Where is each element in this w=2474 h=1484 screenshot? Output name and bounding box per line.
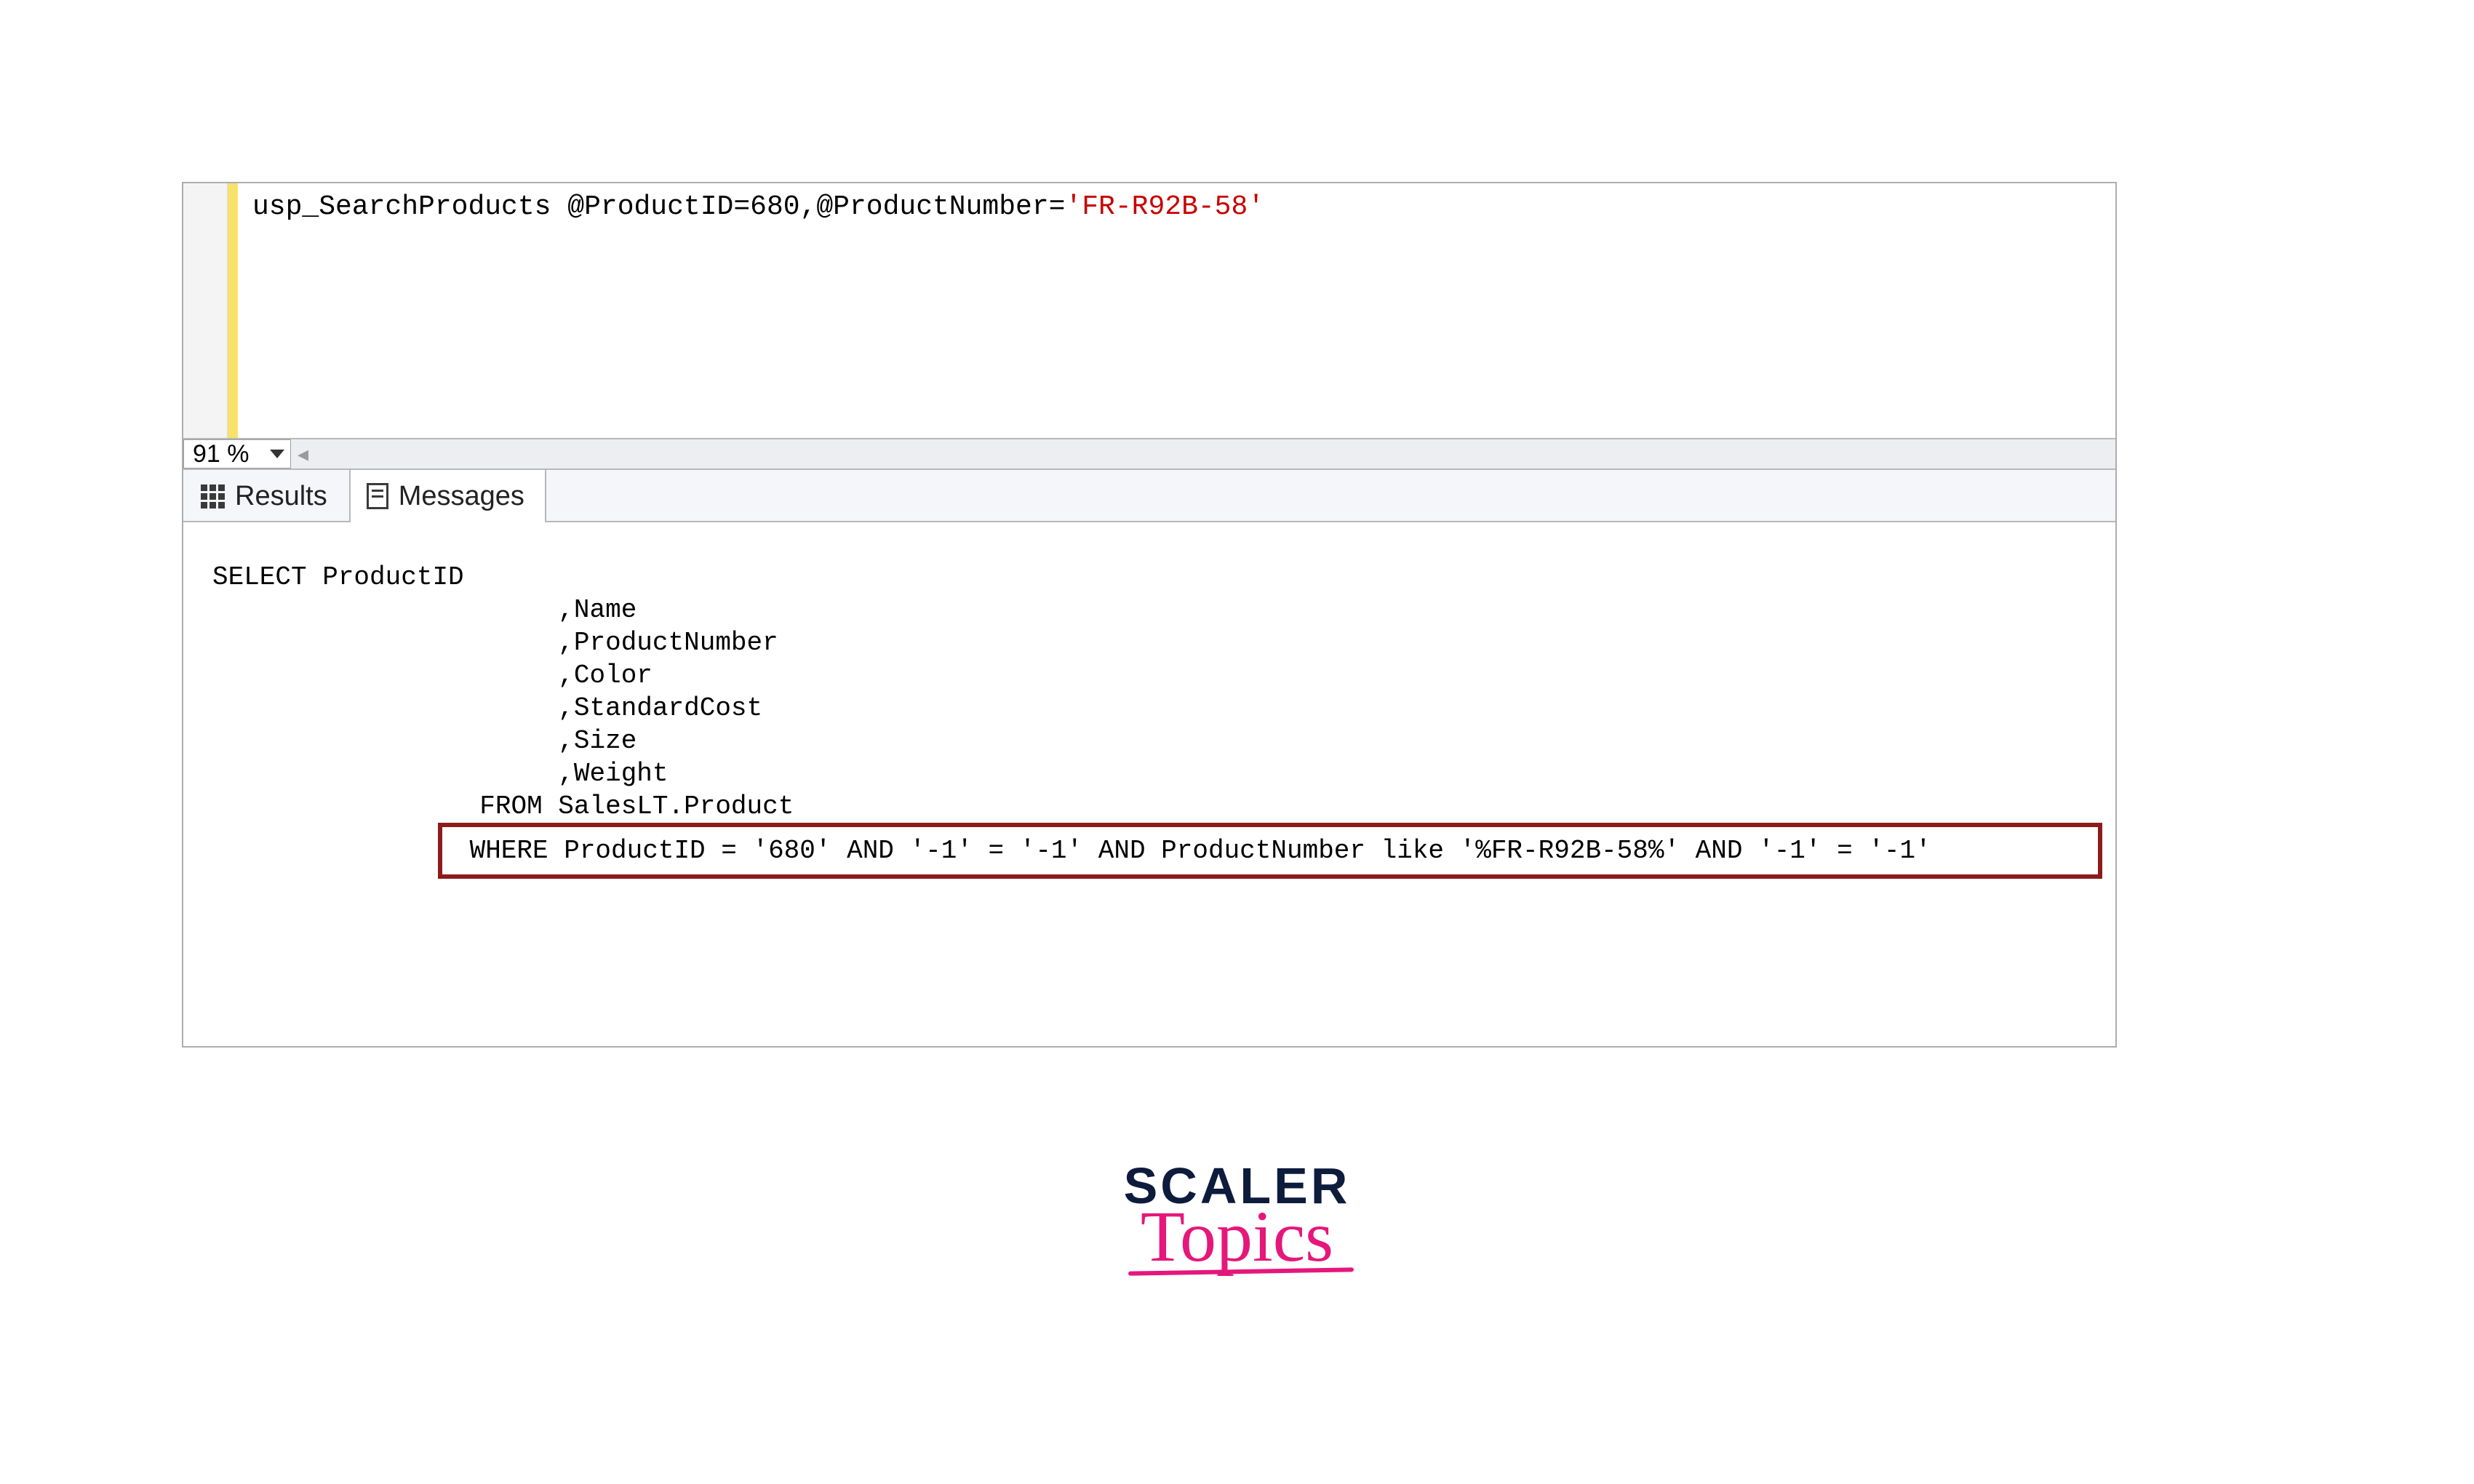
document-icon xyxy=(367,483,388,509)
param1-name: @ProductID xyxy=(567,191,733,223)
proc-name: usp_SearchProducts xyxy=(252,191,551,223)
query-editor[interactable]: usp_SearchProducts @ProductID=680,@Produ… xyxy=(183,183,2115,438)
param2-string: 'FR-R92B-58' xyxy=(1065,191,1264,223)
param1-value: 680 xyxy=(750,191,799,223)
scroll-left-icon[interactable]: ◂ xyxy=(291,439,316,468)
tab-results-label: Results xyxy=(235,481,327,512)
editor-line-gutter xyxy=(183,183,228,438)
messages-line: FROM SalesLT.Product xyxy=(212,791,794,821)
messages-pane[interactable]: SELECT ProductID ,Name ,ProductNumber ,C… xyxy=(183,522,2115,1053)
ssms-window: usp_SearchProducts @ProductID=680,@Produ… xyxy=(182,182,2117,1048)
highlighted-where-clause: WHERE ProductID = '680' AND '-1' = '-1' … xyxy=(438,823,2102,879)
editor-splitter-bar[interactable]: 91 % ◂ xyxy=(183,438,2115,470)
messages-line: ,Name xyxy=(212,595,637,625)
messages-line: SELECT ProductID xyxy=(212,562,464,592)
chevron-down-icon xyxy=(270,450,284,458)
messages-line: ,Size xyxy=(212,726,637,756)
param2-name: @ProductNumber xyxy=(816,191,1048,223)
watermark-line2: Topics xyxy=(0,1194,2474,1278)
tab-messages-label: Messages xyxy=(399,481,524,512)
messages-line: ,ProductNumber xyxy=(212,628,778,658)
zoom-level-value: 91 % xyxy=(193,440,250,468)
messages-line: ,Color xyxy=(212,661,653,690)
zoom-level-combo[interactable]: 91 % xyxy=(183,439,291,468)
messages-highlighted-line: WHERE ProductID = '680' AND '-1' = '-1' … xyxy=(454,836,1931,866)
messages-line: ,StandardCost xyxy=(212,693,762,723)
tab-results[interactable]: Results xyxy=(183,468,349,522)
editor-change-marker xyxy=(228,183,238,438)
results-tabs: Results Messages xyxy=(183,470,2115,522)
grid-icon xyxy=(201,484,225,508)
editor-content[interactable]: usp_SearchProducts @ProductID=680,@Produ… xyxy=(238,183,2115,438)
scaler-topics-watermark: SCALER Topics xyxy=(0,1157,2474,1278)
messages-line: ,Weight xyxy=(212,759,669,789)
tab-messages[interactable]: Messages xyxy=(349,468,546,522)
